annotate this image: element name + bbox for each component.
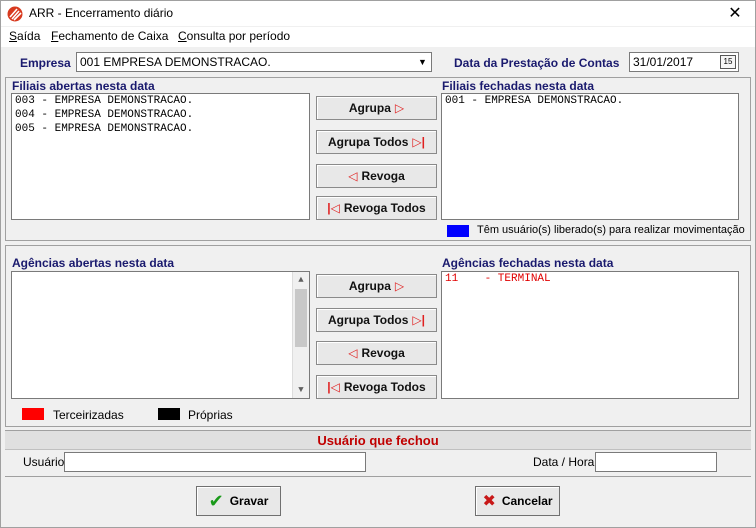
filiais-abertas-title: Filiais abertas nesta data (12, 79, 155, 93)
agrupa-todos-label: Agrupa Todos (327, 313, 409, 327)
terceirizadas-label: Terceirizadas (53, 408, 124, 422)
list-item[interactable]: 003 - EMPRESA DEMONSTRACAO. (12, 94, 309, 108)
filiais-fechadas-title: Filiais fechadas nesta data (442, 79, 595, 93)
chevron-down-icon[interactable]: ▼ (414, 53, 431, 71)
main-window: ARR - Encerramento diário ✕ Saída Fecham… (0, 0, 756, 528)
filiais-agrupa-button[interactable]: Agrupa ▷ (316, 96, 437, 120)
cancelar-button[interactable]: ✖ Cancelar (475, 486, 560, 516)
proprias-label: Próprias (188, 408, 233, 422)
agencias-abertas-list[interactable]: ▲ ▼ (11, 271, 310, 399)
gravar-label: Gravar (229, 494, 269, 508)
agencias-revoga-button[interactable]: ◁ Revoga (316, 341, 437, 365)
scroll-thumb[interactable] (295, 289, 307, 347)
scrollbar[interactable]: ▲ ▼ (292, 272, 309, 398)
data-prestacao-value: 31/01/2017 (633, 55, 694, 69)
arrow-left-end-icon: |◁ (327, 380, 340, 394)
revoga-label: Revoga (361, 346, 405, 360)
datahora-label: Data / Hora (533, 455, 595, 469)
scroll-down-icon[interactable]: ▼ (293, 382, 309, 398)
app-logo-icon (7, 6, 23, 22)
liberado-legend: Têm usuário(s) liberado(s) para realizar… (477, 224, 745, 236)
revoga-label: Revoga (361, 169, 405, 183)
agrupa-label: Agrupa (348, 279, 391, 293)
divider (5, 476, 751, 477)
filiais-revoga-todos-button[interactable]: |◁ Revoga Todos (316, 196, 437, 220)
usuario-input[interactable] (64, 452, 366, 472)
agencias-abertas-title: Agências abertas nesta data (12, 256, 175, 270)
terceirizadas-color-swatch (22, 408, 44, 420)
usuario-fechou-title: Usuário que fechou (5, 430, 751, 450)
menu-fechamento-caixa[interactable]: Fechamento de Caixa (51, 29, 168, 43)
filiais-abertas-list[interactable]: 003 - EMPRESA DEMONSTRACAO. 004 - EMPRES… (11, 93, 310, 220)
close-icon: ✖ (482, 493, 496, 510)
check-icon: ✔ (208, 490, 224, 511)
arrow-left-icon: ◁ (348, 346, 358, 360)
arrow-right-end-icon: ▷| (412, 135, 426, 149)
agrupa-todos-label: Agrupa Todos (327, 135, 409, 149)
gravar-button[interactable]: ✔ Gravar (196, 486, 281, 516)
agencias-fechadas-list[interactable]: 11 - TERMINAL (441, 271, 739, 399)
empresa-select[interactable]: 001 EMPRESA DEMONSTRACAO. ▼ (76, 52, 432, 72)
list-item[interactable]: 11 - TERMINAL (442, 272, 738, 286)
arrow-right-icon: ▷ (394, 279, 405, 293)
empresa-value: 001 EMPRESA DEMONSTRACAO. (80, 55, 271, 69)
menu-fechamento-label: echamento de Caixa (58, 29, 169, 43)
agrupa-label: Agrupa (348, 101, 391, 115)
menu-saida-label: aída (17, 29, 41, 43)
revoga-todos-label: Revoga Todos (343, 380, 426, 394)
menu-saida[interactable]: Saída (9, 29, 40, 43)
filiais-agrupa-todos-button[interactable]: Agrupa Todos ▷| (316, 130, 437, 154)
list-item[interactable]: 005 - EMPRESA DEMONSTRACAO. (12, 122, 309, 136)
proprias-color-swatch (158, 408, 180, 420)
data-prestacao-field[interactable]: 31/01/2017 15 (629, 52, 739, 72)
data-prestacao-label: Data da Prestação de Contas (454, 56, 620, 70)
arrow-right-icon: ▷ (394, 101, 405, 115)
agencias-fechadas-title: Agências fechadas nesta data (442, 256, 614, 270)
filiais-revoga-button[interactable]: ◁ Revoga (316, 164, 437, 188)
arrow-left-icon: ◁ (348, 169, 358, 183)
menu-consulta-periodo[interactable]: Consulta por período (178, 29, 290, 43)
agencias-revoga-todos-button[interactable]: |◁ Revoga Todos (316, 375, 437, 399)
close-icon[interactable]: ✕ (715, 1, 755, 26)
menu-consulta-label: onsulta por período (186, 29, 291, 43)
calendar-icon[interactable]: 15 (720, 55, 736, 69)
title-bar: ARR - Encerramento diário ✕ (1, 1, 755, 26)
liberado-color-swatch (447, 225, 469, 237)
datahora-input[interactable] (595, 452, 717, 472)
usuario-label: Usuário (23, 455, 65, 469)
agencias-agrupa-button[interactable]: Agrupa ▷ (316, 274, 437, 298)
cancelar-label: Cancelar (501, 494, 553, 508)
menu-bar: Saída Fechamento de Caixa Consulta por p… (1, 27, 755, 47)
agencias-agrupa-todos-button[interactable]: Agrupa Todos ▷| (316, 308, 437, 332)
arrow-right-end-icon: ▷| (412, 313, 426, 327)
list-item[interactable]: 001 - EMPRESA DEMONSTRACAO. (442, 94, 738, 108)
arrow-left-end-icon: |◁ (327, 201, 340, 215)
empresa-label: Empresa (20, 56, 71, 70)
scroll-up-icon[interactable]: ▲ (293, 272, 309, 288)
window-title: ARR - Encerramento diário (29, 6, 174, 20)
revoga-todos-label: Revoga Todos (343, 201, 426, 215)
list-item[interactable]: 004 - EMPRESA DEMONSTRACAO. (12, 108, 309, 122)
filiais-fechadas-list[interactable]: 001 - EMPRESA DEMONSTRACAO. (441, 93, 739, 220)
